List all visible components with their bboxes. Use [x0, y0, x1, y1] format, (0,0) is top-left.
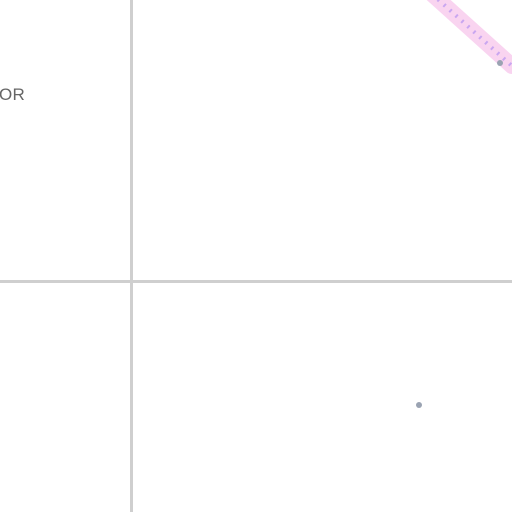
connection-point-dot[interactable] [497, 60, 503, 66]
connector-dashes [435, 0, 512, 68]
connector-glow [426, 0, 512, 74]
connector-line [426, 0, 512, 74]
truncated-label: OR [0, 85, 26, 104]
connection-point-dot[interactable] [416, 402, 422, 408]
horizontal-divider[interactable] [0, 280, 512, 283]
vertical-divider[interactable] [130, 0, 133, 512]
canvas: OR [0, 0, 512, 512]
